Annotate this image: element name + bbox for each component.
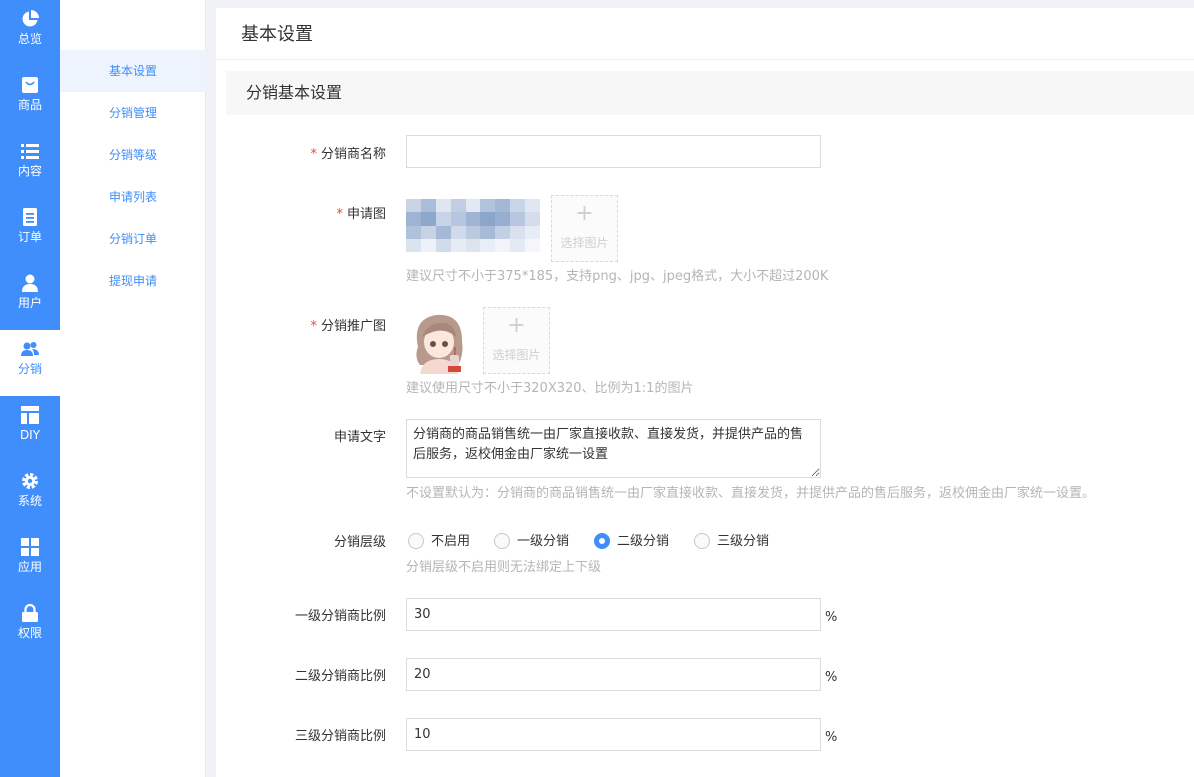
submenu-item-distribution-orders[interactable]: 分销订单: [60, 218, 206, 260]
nav-item-content[interactable]: 内容: [0, 132, 60, 198]
radio-dot: [594, 533, 610, 549]
nav-label: 商品: [17, 98, 42, 112]
radio-dot: [408, 533, 424, 549]
submenu-item-basic-settings[interactable]: 基本设置: [60, 50, 206, 92]
submenu-item-withdrawals[interactable]: 提现申请: [60, 260, 206, 302]
list-icon: [21, 144, 39, 159]
user-icon: [22, 274, 38, 292]
level-label: 分销层级: [333, 535, 386, 550]
apply-image-upload-button[interactable]: + 选择图片: [551, 195, 618, 262]
nav-label: 系统: [17, 494, 42, 508]
nav-label: 权限: [17, 626, 42, 640]
main-panel: 基本设置 分销基本设置 * 分销商名称 * 申请图 + 选择图片 建议尺寸不小于37…: [216, 8, 1194, 777]
avatar-illustration: [406, 307, 473, 374]
rate2-input[interactable]: [406, 658, 821, 691]
apply-image-label: * 申请图: [216, 206, 386, 224]
primary-nav: 总览 商品 内容 订单 用户 分销 DIY 系统 应用 权限: [0, 0, 60, 777]
section-header: 分销基本设置: [226, 71, 1194, 115]
lock-icon: [22, 604, 38, 622]
radio-label: 三级分销: [717, 534, 770, 549]
rate1-input[interactable]: [406, 598, 821, 631]
distributor-name-input[interactable]: [406, 135, 821, 168]
promo-image-label: * 分销推广图: [216, 318, 386, 336]
upload-label: 选择图片: [492, 348, 541, 362]
level-hint: 分销层级不启用则无法绑定上下级: [406, 560, 602, 575]
gear-icon: [22, 473, 38, 489]
document-icon: [23, 208, 37, 226]
nav-item-apps[interactable]: 应用: [0, 528, 60, 594]
nav-item-permissions[interactable]: 权限: [0, 594, 60, 660]
percent-suffix: %: [825, 670, 838, 685]
shopping-bag-icon: [22, 77, 38, 93]
radio-dot: [694, 533, 710, 549]
nav-item-products[interactable]: 商品: [0, 66, 60, 132]
required-mark: *: [310, 147, 317, 162]
nav-item-diy[interactable]: DIY: [0, 396, 60, 462]
nav-label: DIY: [19, 428, 41, 442]
radio-label: 不启用: [431, 534, 471, 549]
apply-image-thumbnail[interactable]: [406, 199, 540, 252]
nav-label: 总览: [17, 32, 42, 46]
percent-suffix: %: [825, 730, 838, 745]
plus-icon: +: [575, 201, 594, 226]
plus-icon: +: [507, 313, 526, 338]
submenu-item-application-list[interactable]: 申请列表: [60, 176, 206, 218]
submenu-item-distributor-levels[interactable]: 分销等级: [60, 134, 206, 176]
submenu-item-distributor-management[interactable]: 分销管理: [60, 92, 206, 134]
apply-image-label-text: 申请图: [346, 207, 386, 222]
nav-label: 应用: [17, 560, 42, 574]
page-title: 基本设置: [241, 24, 313, 45]
radio-label: 一级分销: [517, 534, 570, 549]
apply-image-hint: 建议尺寸不小于375*185，支持png、jpg、jpeg格式，大小不超过200…: [406, 269, 829, 284]
nav-label: 分销: [17, 362, 42, 376]
radio-label: 二级分销: [617, 534, 670, 549]
rate2-label: 二级分销商比例: [294, 669, 386, 684]
divider: [216, 59, 1194, 60]
upload-label: 选择图片: [560, 236, 609, 250]
nav-item-distribution[interactable]: 分销: [0, 330, 60, 396]
rate3-input[interactable]: [406, 718, 821, 751]
nav-label: 订单: [17, 230, 42, 244]
percent-suffix: %: [825, 610, 838, 625]
rate3-label: 三级分销商比例: [294, 729, 386, 744]
required-mark: *: [310, 319, 317, 334]
nav-item-system[interactable]: 系统: [0, 462, 60, 528]
nav-item-overview[interactable]: 总览: [0, 0, 60, 66]
section-title: 分销基本设置: [246, 83, 343, 102]
layout-icon: [21, 406, 39, 424]
promo-image-upload-button[interactable]: + 选择图片: [483, 307, 550, 374]
required-mark: *: [336, 207, 343, 222]
promo-image-hint: 建议使用尺寸不小于320X320、比例为1:1的图片: [406, 381, 694, 396]
nav-item-orders[interactable]: 订单: [0, 198, 60, 264]
secondary-menu: 基本设置 分销管理 分销等级 申请列表 分销订单 提现申请: [60, 0, 206, 777]
radio-dot: [494, 533, 510, 549]
promo-image-thumbnail[interactable]: [406, 307, 473, 374]
apply-text-label: 申请文字: [333, 430, 386, 445]
grid-icon: [21, 538, 39, 556]
nav-label: 内容: [17, 164, 42, 178]
apply-text-hint: 不设置默认为：分销商的商品销售统一由厂家直接收款、直接发货，并提供产品的售后服务…: [406, 486, 1096, 501]
apply-text-textarea[interactable]: 分销商的商品销售统一由厂家直接收款、直接发货，并提供产品的售后服务，返校佣金由厂…: [406, 419, 821, 478]
promo-image-label-text: 分销推广图: [320, 319, 386, 334]
nav-label: 用户: [17, 296, 42, 310]
nav-item-users[interactable]: 用户: [0, 264, 60, 330]
name-label-text: 分销商名称: [320, 147, 386, 162]
users-icon: [21, 342, 39, 356]
rate1-label: 一级分销商比例: [294, 609, 386, 624]
name-label: * 分销商名称: [216, 146, 386, 164]
pie-chart-icon: [22, 10, 39, 27]
